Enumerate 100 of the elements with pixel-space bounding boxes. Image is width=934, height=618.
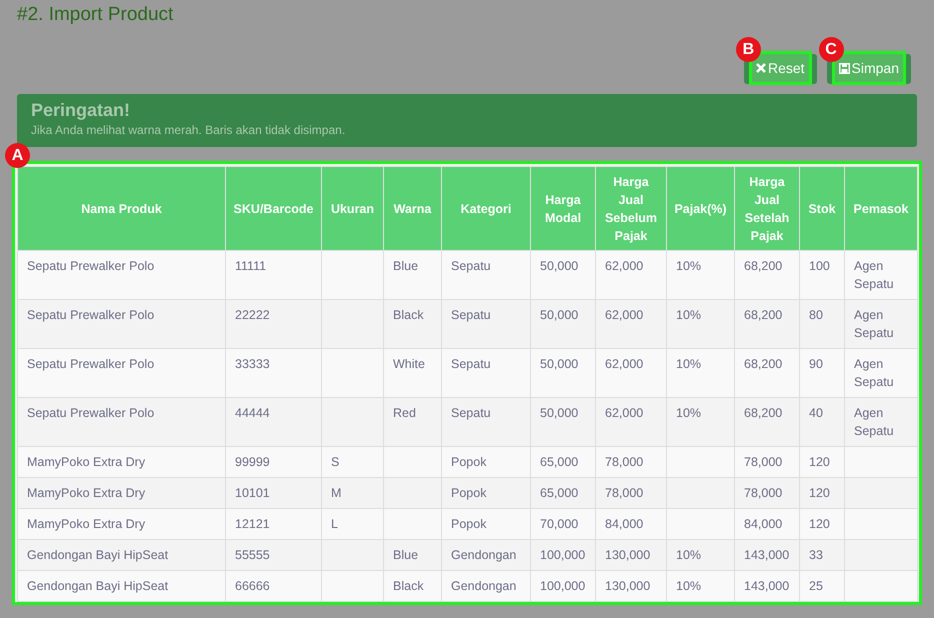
table-cell: 50,000 [530, 398, 596, 446]
save-icon [838, 62, 850, 74]
table-cell: 120 [800, 508, 844, 540]
table-cell: 62,000 [596, 348, 666, 398]
table-cell: 10% [666, 348, 734, 398]
column-header: Harga Jual Setelah Pajak [734, 166, 800, 250]
table-cell: 130,000 [596, 540, 666, 570]
table-cell: 84,000 [596, 508, 666, 540]
table-cell: 100 [800, 250, 844, 300]
table-cell: 50,000 [530, 300, 596, 348]
table-cell: MamyPoko Extra Dry [18, 508, 226, 540]
table-cell: Sepatu [442, 348, 530, 398]
table-cell: MamyPoko Extra Dry [18, 478, 226, 508]
table-cell: 10% [666, 300, 734, 348]
table-cell: Red [384, 398, 442, 446]
table-cell: 65,000 [530, 446, 596, 478]
table-cell: Black [384, 300, 442, 348]
table-cell: 120 [800, 478, 844, 508]
table-cell: 25 [800, 570, 844, 602]
table-cell: Sepatu Prewalker Polo [18, 300, 226, 348]
table-cell: 55555 [226, 540, 322, 570]
table-cell: 10% [666, 540, 734, 570]
callout-marker: B [736, 37, 761, 62]
table-cell: 143,000 [734, 540, 800, 570]
table-cell: White [384, 348, 442, 398]
table-cell: Gendongan Bayi HipSeat [18, 540, 226, 570]
table-cell: 78,000 [596, 478, 666, 508]
table-cell: 10% [666, 570, 734, 602]
table-cell: S [322, 446, 384, 478]
column-header: Kategori [442, 166, 530, 250]
table-cell: Sepatu Prewalker Polo [18, 250, 226, 300]
table-cell: Gendongan [442, 570, 530, 602]
table-cell: L [322, 508, 384, 540]
table-cell: Agen Sepatu [844, 398, 918, 446]
table-cell: Popok [442, 478, 530, 508]
table-cell: 70,000 [530, 508, 596, 540]
column-header: Nama Produk [18, 166, 226, 250]
column-header: Ukuran [322, 166, 384, 250]
table-cell: Agen Sepatu [844, 300, 918, 348]
callout-marker: C [818, 37, 844, 62]
table-cell: 44444 [226, 398, 322, 446]
table-cell: 120 [800, 446, 844, 478]
table-cell: MamyPoko Extra Dry [18, 446, 226, 478]
table-cell: 66666 [226, 570, 322, 602]
table-cell: 33333 [226, 348, 322, 398]
table-cell: 62,000 [596, 300, 666, 348]
table-cell: 33 [800, 540, 844, 570]
table-cell: Popok [442, 446, 530, 478]
table-cell: Sepatu [442, 250, 530, 300]
table-cell: 62,000 [596, 250, 666, 300]
table-cell: 130,000 [596, 570, 666, 602]
table-cell: 10% [666, 250, 734, 300]
alert-message: Jika Anda melihat warna merah. Baris akan tidak disimpan. [31, 123, 346, 137]
column-header: SKU/Barcode [226, 166, 322, 250]
alert-heading: Peringatan! [31, 100, 132, 121]
table-cell: Agen Sepatu [844, 250, 918, 300]
callout-marker: A [5, 143, 30, 168]
table-cell: 80 [800, 300, 844, 348]
table-cell: 68,200 [734, 348, 800, 398]
column-header: Harga Modal [530, 166, 596, 250]
table-cell: Sepatu [442, 300, 530, 348]
table-cell: 78,000 [734, 478, 800, 508]
table-cell: Sepatu Prewalker Polo [18, 398, 226, 446]
table-cell: Blue [384, 250, 442, 300]
column-header: Warna [384, 166, 442, 250]
table-cell: 10% [666, 398, 734, 446]
table-cell: Agen Sepatu [844, 348, 918, 398]
table-cell: 99999 [226, 446, 322, 478]
column-header: Pemasok [844, 166, 918, 250]
table-cell: 68,200 [734, 250, 800, 300]
table-cell: Gendongan Bayi HipSeat [18, 570, 226, 602]
table-cell: 143,000 [734, 570, 800, 602]
table-cell: 50,000 [530, 348, 596, 398]
table-cell: 11111 [226, 250, 322, 300]
table-cell: Sepatu Prewalker Polo [18, 348, 226, 398]
table-cell: Black [384, 570, 442, 602]
table-cell: 65,000 [530, 478, 596, 508]
table-cell: M [322, 478, 384, 508]
table-cell: 10101 [226, 478, 322, 508]
column-header: Harga Jual Sebelum Pajak [596, 166, 666, 250]
page-title: #2. Import Product [17, 4, 174, 26]
table-cell: 62,000 [596, 398, 666, 446]
table-cell: 100,000 [530, 540, 596, 570]
table-cell: 68,200 [734, 398, 800, 446]
table-cell: 100,000 [530, 570, 596, 602]
table-cell: 12121 [226, 508, 322, 540]
table-cell: 40 [800, 398, 844, 446]
table-cell: 22222 [226, 300, 322, 348]
close-icon [756, 63, 766, 73]
table-cell: 68,200 [734, 300, 800, 348]
column-header: Stok [800, 166, 844, 250]
table-cell: 50,000 [530, 250, 596, 300]
table-cell: 78,000 [734, 446, 800, 478]
table-cell: Popok [442, 508, 530, 540]
column-header: Pajak(%) [666, 166, 734, 250]
table-cell: 78,000 [596, 446, 666, 478]
table-cell: Blue [384, 540, 442, 570]
table-cell: 90 [800, 348, 844, 398]
table-cell: Gendongan [442, 540, 530, 570]
table-cell: 84,000 [734, 508, 800, 540]
